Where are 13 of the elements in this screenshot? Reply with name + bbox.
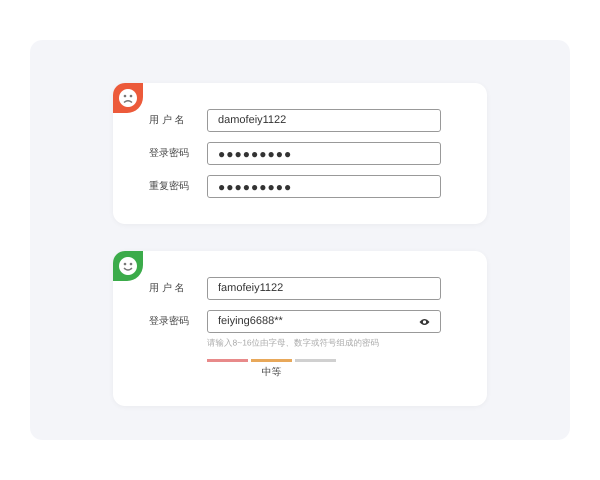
strength-label: 中等 xyxy=(260,366,282,380)
password-field[interactable]: ●●●●●●●●● xyxy=(207,175,441,198)
password-field[interactable]: ●●●●●●●●● xyxy=(207,142,441,165)
eye-icon[interactable] xyxy=(419,318,430,326)
field-label: 用 户 名 xyxy=(149,282,186,296)
field-label: 登录密码 xyxy=(149,314,190,329)
field-label: 登录密码 xyxy=(149,146,190,161)
username-field[interactable]: damofeiy1122 xyxy=(207,109,441,132)
username-field[interactable]: famofeiy1122 xyxy=(207,277,441,300)
password-field[interactable]: feiying6688** xyxy=(207,310,441,333)
field-label: 用 户 名 xyxy=(149,114,186,128)
hint-text: 请输入8~16位由字母、数字或符号组成的密码 xyxy=(207,340,380,348)
field-label: 重复密码 xyxy=(149,180,190,194)
